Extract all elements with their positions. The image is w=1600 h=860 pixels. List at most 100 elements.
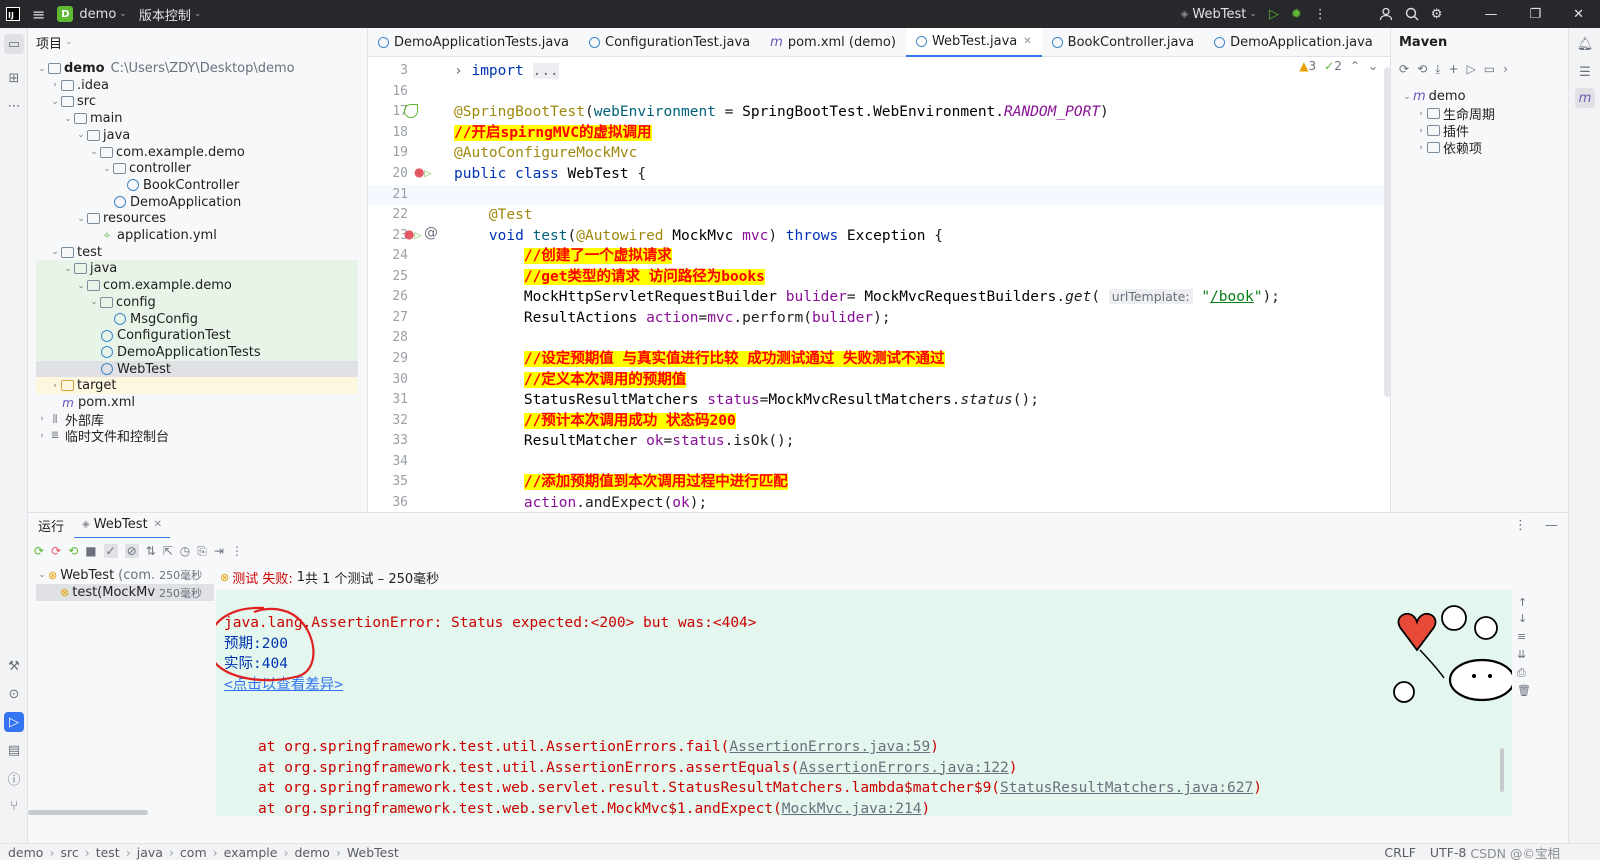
tree-item[interactable]: WebTest bbox=[36, 360, 358, 378]
print-icon[interactable]: ⎙ bbox=[1517, 666, 1526, 680]
arrow-up-icon[interactable]: ↑ bbox=[1518, 596, 1527, 609]
tree-item[interactable]: ⌄ main bbox=[36, 110, 358, 127]
main-menu-icon[interactable]: ≡ bbox=[26, 0, 51, 28]
sort-icon[interactable]: ⇅ bbox=[146, 544, 156, 558]
encoding-indicator[interactable]: UTF-8 bbox=[1430, 845, 1466, 860]
trash-icon[interactable]: 🗑︎ bbox=[1517, 684, 1531, 697]
tree-item[interactable]: ⌄ com.example.demo bbox=[36, 144, 358, 161]
tab-close-icon[interactable]: ✕ bbox=[1023, 36, 1031, 47]
minimize-icon[interactable]: — bbox=[1468, 0, 1513, 28]
breadcrumb-item[interactable]: demo bbox=[294, 845, 329, 860]
history-icon[interactable]: ◷ bbox=[180, 544, 190, 558]
chevron-up-icon[interactable]: ⌃ bbox=[1350, 59, 1360, 73]
spring-bean-icon[interactable] bbox=[404, 104, 418, 118]
tab-pom-xml[interactable]: m pom.xml (demo) bbox=[760, 28, 906, 57]
arrow-down-icon[interactable]: ↓ bbox=[1518, 612, 1527, 625]
tree-item[interactable]: › ⫼ 外部库 bbox=[36, 411, 358, 429]
tree-item[interactable]: ⌄ com.example.demo bbox=[36, 277, 358, 295]
terminal-icon[interactable]: ▤ bbox=[4, 740, 24, 760]
inspection-widget[interactable]: ▲3 ✓2 ⌃ ⌄ bbox=[1299, 59, 1378, 73]
tree-item[interactable]: › ≣ 临时文件和控制台 bbox=[36, 427, 358, 445]
project-panel-header[interactable]: 项目 ⌄ bbox=[28, 28, 367, 56]
tree-item[interactable]: ⟡ application.yml bbox=[36, 227, 358, 244]
maven-lifecycle-row[interactable]: › 生命周期 bbox=[1401, 105, 1495, 123]
scroll-end-icon[interactable]: ⇊ bbox=[1517, 648, 1526, 661]
tree-item[interactable]: MsgConfig bbox=[36, 310, 358, 328]
tree-item[interactable]: ConfigurationTest bbox=[36, 327, 358, 345]
stack-frame-link[interactable]: MockMvc.java:214 bbox=[782, 801, 922, 816]
search-icon[interactable] bbox=[1399, 0, 1425, 28]
tree-item[interactable]: ⌄ src bbox=[36, 93, 358, 110]
run-test-class-icon[interactable]: ●▷ bbox=[414, 165, 431, 179]
git-icon[interactable]: ⑂ bbox=[4, 796, 24, 816]
test-class-row[interactable]: ⌄ ⊗ WebTest (com. 250毫秒 bbox=[36, 567, 202, 583]
collapse-icon[interactable]: ⇱ bbox=[163, 544, 173, 558]
more-icon[interactable]: ⋮ bbox=[1506, 518, 1535, 533]
breadcrumb-item[interactable]: demo bbox=[8, 845, 43, 860]
tab-demoapplicationtests[interactable]: DemoApplicationTests.java bbox=[368, 28, 579, 57]
tree-item[interactable]: ⌄ java bbox=[36, 260, 358, 278]
run-config-selector[interactable]: ◈ WebTest ⌄ bbox=[1175, 0, 1263, 28]
run-tab-webtest[interactable]: ◈ WebTest ✕ bbox=[74, 513, 171, 539]
project-switcher[interactable]: D demo ⌄ bbox=[51, 0, 132, 28]
run-test-method-icon[interactable]: ●▷ bbox=[404, 227, 421, 241]
stack-frame-link[interactable]: StatusResultMatchers.java:627 bbox=[1000, 780, 1253, 796]
structure-icon[interactable]: ⊞ bbox=[4, 68, 24, 88]
tree-item[interactable]: ⌄ test bbox=[36, 244, 358, 261]
more-icon[interactable]: ⋮ bbox=[231, 544, 243, 558]
tree-item[interactable]: › .idea bbox=[36, 77, 358, 94]
rerun-icon[interactable]: ⟳ bbox=[34, 544, 44, 558]
breadcrumb-item[interactable]: example bbox=[224, 845, 278, 860]
breadcrumb-item[interactable]: java bbox=[137, 845, 163, 860]
rerun-failed-icon[interactable]: ⟳ bbox=[51, 544, 61, 558]
stack-frame-link[interactable]: AssertionErrors.java:122 bbox=[799, 760, 1009, 776]
download-icon[interactable]: ⤓ bbox=[1435, 62, 1440, 77]
chevron-down-icon[interactable]: ⌄ bbox=[75, 281, 87, 291]
run-tool-icon[interactable]: ▷ bbox=[4, 712, 24, 732]
breadcrumb-item[interactable]: test bbox=[96, 845, 120, 860]
chevron-right-icon[interactable]: › bbox=[49, 381, 61, 391]
toggle-autotest-icon[interactable]: ⟲ bbox=[68, 544, 78, 558]
generate-sources-icon[interactable]: ⟲ bbox=[1417, 62, 1427, 76]
toggle-offline-icon[interactable]: ▭ bbox=[1484, 62, 1495, 76]
build-hammer-icon[interactable]: ⚒ bbox=[4, 656, 24, 676]
tree-horizontal-scrollbar[interactable] bbox=[28, 810, 148, 815]
tab-webtest[interactable]: WebTest.java ✕ bbox=[905, 27, 1042, 57]
export-icon[interactable]: ⎘ bbox=[197, 544, 207, 559]
console-scrollbar[interactable] bbox=[1500, 748, 1504, 792]
tree-item[interactable]: m pom.xml bbox=[36, 394, 358, 411]
project-folder-icon[interactable]: ▭ bbox=[4, 34, 24, 54]
soft-wrap-icon[interactable]: ≡ bbox=[1517, 630, 1526, 643]
maven-tool-icon[interactable]: m bbox=[1575, 88, 1595, 108]
tree-item[interactable]: ⌄ java bbox=[36, 127, 358, 144]
more-tools-icon[interactable]: ⋯ bbox=[4, 96, 24, 116]
breadcrumb-item[interactable]: com bbox=[180, 845, 207, 860]
tab-close-icon[interactable]: ✕ bbox=[154, 519, 162, 530]
settings-gear-icon[interactable]: ⚙ bbox=[1425, 0, 1449, 28]
breadcrumb-item[interactable]: WebTest bbox=[347, 845, 399, 860]
chevron-down-icon[interactable]: ⌄ bbox=[88, 147, 100, 157]
import-icon[interactable]: ⇥ bbox=[214, 544, 224, 558]
request-path-literal[interactable]: /book bbox=[1210, 289, 1254, 305]
app-logo-icon[interactable]: IJ bbox=[0, 0, 26, 28]
debug-icon[interactable]: ✹ bbox=[1285, 0, 1308, 28]
vcs-menu[interactable]: 版本控制 ⌄ bbox=[133, 0, 208, 28]
chevron-down-icon[interactable]: ⌄ bbox=[36, 64, 48, 74]
tab-bookcontroller[interactable]: BookController.java bbox=[1042, 28, 1204, 57]
user-icon[interactable] bbox=[1373, 0, 1399, 28]
autowired-at-icon[interactable]: @ bbox=[424, 225, 438, 241]
tree-item[interactable]: ⌄ resources bbox=[36, 210, 358, 227]
tree-item[interactable]: › target bbox=[36, 377, 358, 395]
chevron-down-icon[interactable]: ⌄ bbox=[62, 264, 74, 274]
stop-icon[interactable]: ■ bbox=[85, 544, 96, 558]
more-icon[interactable]: ⋮ bbox=[1308, 0, 1333, 28]
run-maven-icon[interactable]: ▷ bbox=[1467, 62, 1476, 76]
line-ending-indicator[interactable]: CRLF bbox=[1384, 845, 1416, 860]
add-icon[interactable]: + bbox=[1448, 62, 1458, 76]
chevron-right-icon[interactable]: › bbox=[36, 431, 48, 441]
expand-icon[interactable]: › bbox=[1503, 62, 1508, 76]
close-icon[interactable]: ✕ bbox=[1557, 0, 1600, 28]
chevron-down-icon[interactable]: ⌄ bbox=[62, 114, 74, 124]
maven-deps-row[interactable]: › 依赖项 bbox=[1401, 139, 1495, 157]
chevron-down-icon[interactable]: ⌄ bbox=[49, 97, 61, 107]
